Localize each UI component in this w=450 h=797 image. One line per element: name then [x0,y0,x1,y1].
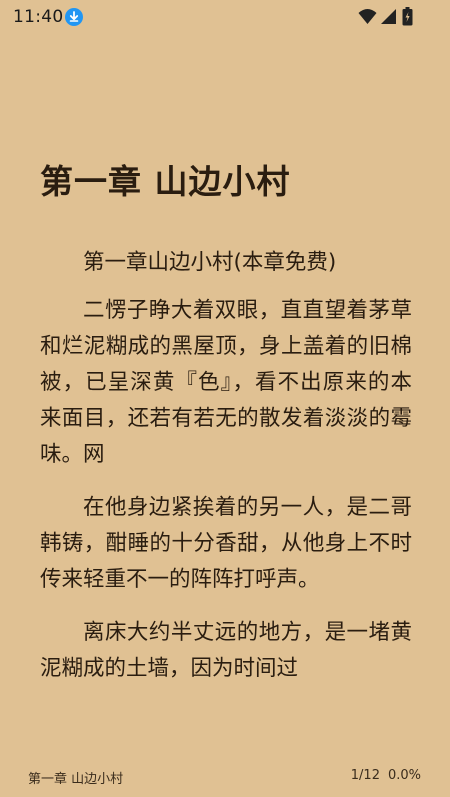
footer-chapter-title: 第一章 山边小村 [28,772,124,787]
paragraph: 二愣子睁大着双眼，直直望着茅草和烂泥糊成的黑屋顶，身上盖着的旧棉被，已呈深黄『色… [40,298,412,467]
reader-footer: 第一章 山边小村 1/12 0.0% [0,761,450,797]
signal-icon [380,8,397,29]
paragraph: 在他身边紧挨着的另一人，是二哥韩铸，酣睡的十分香甜，从他身上不时传来轻重不一的阵… [40,495,412,592]
status-bar: 11:40 [0,0,450,34]
progress-percent: 0.0% [387,768,421,783]
reading-content[interactable]: 第一章山边小村(本章免费) 二愣子睁大着双眼，直直望着茅草和烂泥糊成的黑屋顶，身… [40,245,412,704]
download-icon [65,8,83,26]
footer-progress: 1/12 0.0% [343,768,421,783]
paragraph: 第一章山边小村(本章免费) [83,250,337,275]
paragraph: 离床大约半丈远的地方，是一堵黄泥糊成的土墙，因为时间过 [40,620,412,681]
chapter-title: 第一章 山边小村 [40,162,291,201]
page-indicator: 1/12 [350,768,380,783]
battery-icon [402,7,413,30]
wifi-icon [358,8,377,29]
status-time: 11:40 [13,7,64,27]
